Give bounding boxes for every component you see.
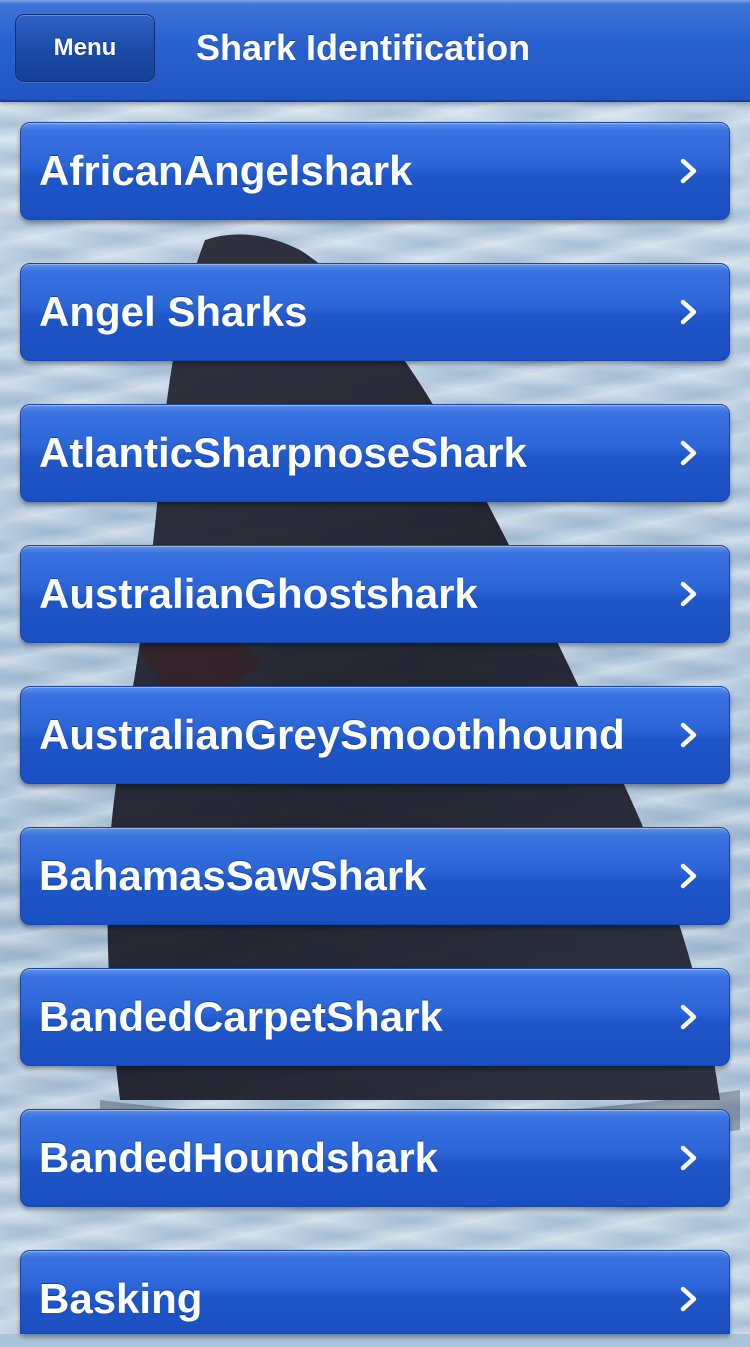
- shark-list: AfricanAngelshark Angel Sharks AtlanticS…: [0, 0, 750, 1334]
- chevron-right-icon: [680, 863, 697, 889]
- list-item[interactable]: Angel Sharks: [20, 263, 730, 361]
- chevron-right-icon: [680, 1004, 697, 1030]
- list-item-label: AfricanAngelshark: [39, 147, 413, 194]
- chevron-right-icon: [680, 1286, 697, 1312]
- list-item-label: BandedCarpetShark: [39, 993, 443, 1040]
- list-item-label: BahamasSawShark: [39, 852, 427, 899]
- list-item-label: AtlanticSharpnoseShark: [39, 429, 527, 476]
- list-item[interactable]: BandedCarpetShark: [20, 968, 730, 1066]
- list-item[interactable]: BahamasSawShark: [20, 827, 730, 925]
- list-item[interactable]: Basking: [20, 1250, 730, 1334]
- chevron-right-icon: [680, 1145, 697, 1171]
- list-item-label: AustralianGreySmoothhound: [39, 711, 625, 758]
- list-item-label: AustralianGhostshark: [39, 570, 478, 617]
- list-item[interactable]: AfricanAngelshark: [20, 122, 730, 220]
- chevron-right-icon: [680, 581, 697, 607]
- list-item[interactable]: AustralianGreySmoothhound: [20, 686, 730, 784]
- chevron-right-icon: [680, 722, 697, 748]
- chevron-right-icon: [680, 158, 697, 184]
- list-item-label: Angel Sharks: [39, 288, 308, 335]
- list-item[interactable]: AustralianGhostshark: [20, 545, 730, 643]
- list-item[interactable]: AtlanticSharpnoseShark: [20, 404, 730, 502]
- list-item-label: Basking: [39, 1275, 203, 1322]
- chevron-right-icon: [680, 299, 697, 325]
- chevron-right-icon: [680, 440, 697, 466]
- list-item[interactable]: BandedHoundshark: [20, 1109, 730, 1207]
- list-item-label: BandedHoundshark: [39, 1134, 439, 1181]
